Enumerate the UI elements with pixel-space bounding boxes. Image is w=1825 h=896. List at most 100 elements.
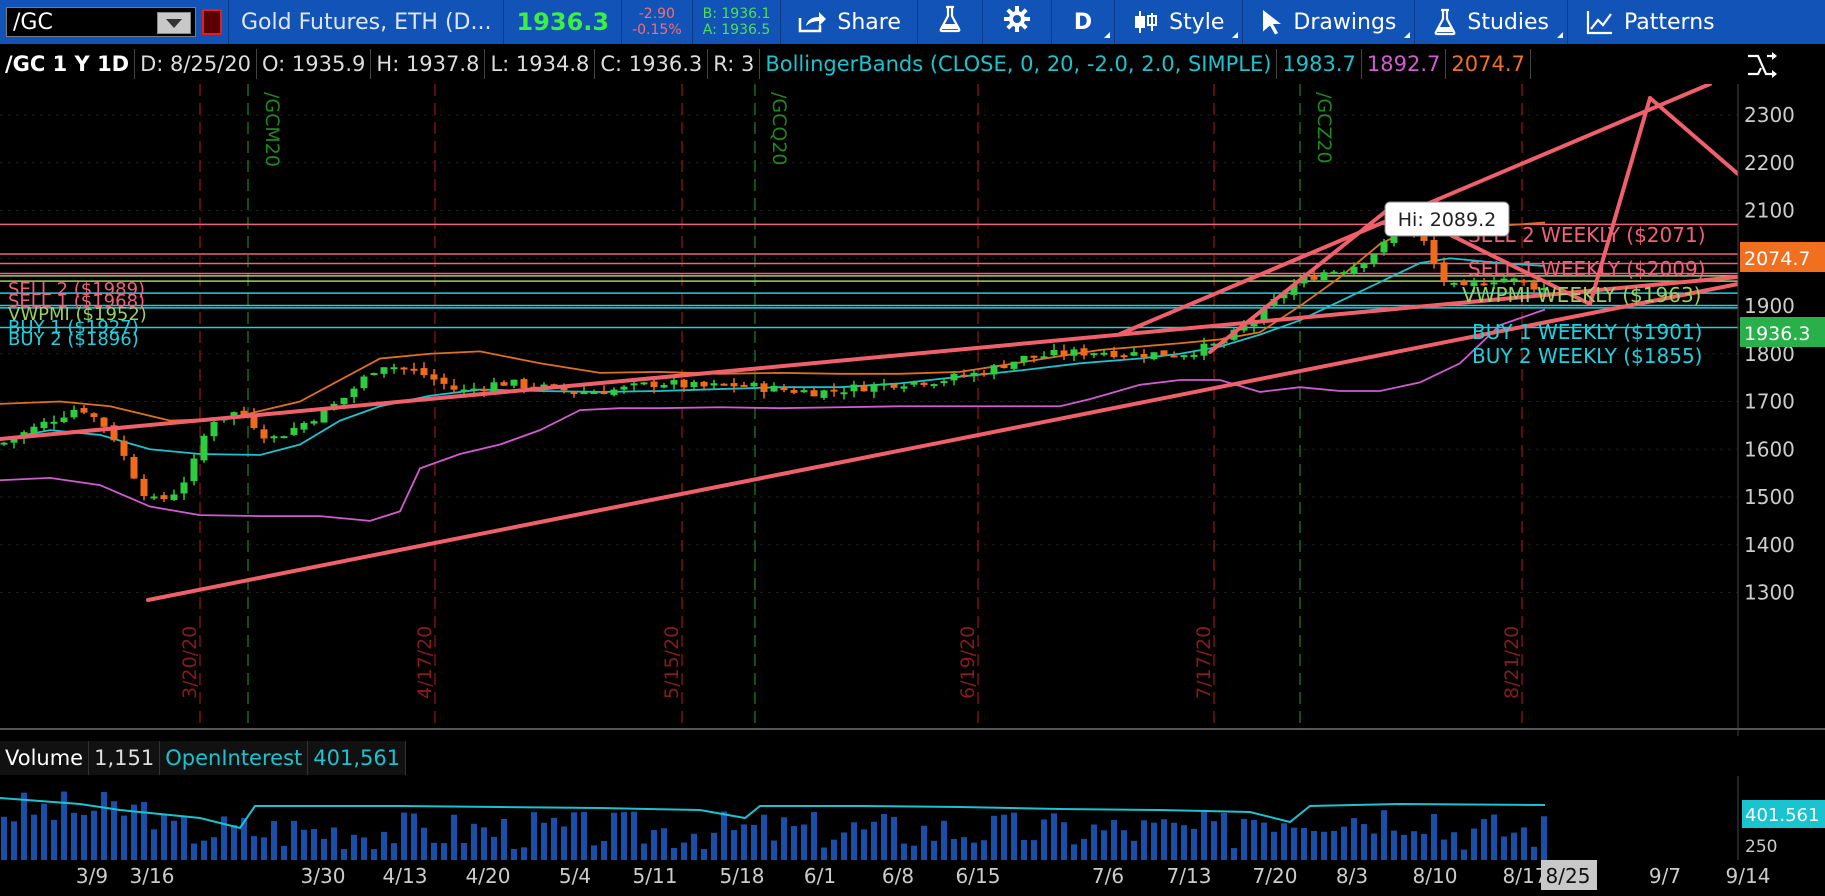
volume-bar — [881, 813, 887, 860]
candle-up — [60, 417, 68, 422]
weekly-level-label: VWPMI WEEKLY ($1963) — [1462, 283, 1701, 307]
aggregation-button[interactable]: D — [1052, 0, 1114, 44]
change-percent: -0.15% — [632, 22, 682, 38]
candle-up — [1150, 352, 1158, 360]
volume-bar — [1401, 834, 1407, 860]
expiry-label: /GCZ20 — [1313, 92, 1335, 164]
date-axis-labels: 3/9 3/16 3/30 4/13 4/20 5/4 5/11 5/18 6/1 6/8 6/15… — [76, 860, 1770, 890]
volume-bar — [781, 817, 787, 860]
price-tag-orange: 2074.7 — [1740, 242, 1825, 272]
flask-button[interactable] — [918, 0, 982, 44]
volume-bar — [451, 814, 457, 860]
candle-down — [960, 374, 968, 377]
expiry-label: /GCM20 — [261, 92, 283, 167]
studies-label: Studies — [1467, 9, 1549, 35]
ask-value: A: 1936.5 — [702, 22, 771, 38]
volume-bar — [1211, 821, 1217, 860]
volume-bar — [171, 820, 177, 860]
volume-bar — [831, 839, 837, 860]
price-chart[interactable]: /GCM20/GCQ20/GCZ20 3/20/20 4/17/20 5/15/20 6… — [0, 84, 1825, 736]
volume-bar — [11, 821, 17, 860]
weekly-level-label: BUY 1 WEEKLY ($1901) — [1472, 320, 1702, 344]
date-axis-label: 4/13 — [383, 864, 428, 888]
net-change: -2.90 -0.15% — [622, 0, 692, 44]
volume-bar — [1241, 818, 1247, 860]
volume-bar — [331, 827, 337, 860]
volume-bar — [1411, 831, 1417, 860]
toolbar: /GC Gold Futures, ETH (D... 1936.3 -2.90… — [0, 0, 1825, 44]
volume-bar — [1141, 820, 1147, 860]
volume-bar — [1521, 827, 1527, 860]
candle-up — [940, 381, 948, 384]
candle-down — [980, 372, 988, 376]
date-axis-label: 4/20 — [466, 864, 511, 888]
date-axis-label: 6/1 — [804, 864, 836, 888]
pivot-level-label: BUY 2 ($1896) — [8, 329, 139, 350]
volume-bar — [1311, 831, 1317, 860]
candle-down — [120, 440, 128, 456]
settings-button[interactable] — [983, 0, 1051, 44]
candle-up — [300, 423, 308, 430]
volume-bar — [1471, 828, 1477, 860]
chart-title[interactable]: /GC 1 Y 1D — [0, 49, 136, 79]
candle-up — [0, 442, 8, 445]
crosshair-toggle-icon[interactable] — [1745, 48, 1779, 87]
candle-up — [690, 382, 698, 387]
candle-up — [1040, 356, 1048, 359]
candle-up — [1320, 272, 1328, 281]
flag-icon[interactable] — [202, 9, 222, 35]
price-tick-label: 1300 — [1744, 581, 1795, 605]
volume-bar — [551, 817, 557, 860]
volume-bar — [1011, 812, 1017, 860]
candle-down — [410, 368, 418, 371]
volume-bar — [381, 831, 387, 860]
symbol-dropdown-icon[interactable] — [157, 12, 191, 34]
candle-up — [30, 426, 38, 434]
candle-down — [1430, 239, 1438, 264]
candle-down — [700, 381, 708, 387]
candle-down — [480, 389, 488, 392]
volume-bar — [711, 832, 717, 860]
chart-status-bar: /GC 1 Y 1D D: 8/25/20 O: 1935.9 H: 1937.… — [0, 44, 1825, 84]
corner-indicator — [1556, 32, 1563, 38]
date-axis-label: 8/3 — [1336, 864, 1368, 888]
patterns-button[interactable]: Patterns — [1568, 0, 1733, 44]
open-interest-label[interactable]: OpenInterest — [160, 741, 309, 775]
volume-bar — [851, 822, 857, 860]
study-name[interactable]: BollingerBands (CLOSE, 0, 20, -2.0, 2.0,… — [760, 49, 1278, 79]
candle-down — [1160, 350, 1168, 356]
volume-bar — [321, 838, 327, 860]
studies-button[interactable]: Studies — [1415, 0, 1567, 44]
oi-tag: 401.561 — [1742, 800, 1825, 828]
candle-up — [180, 482, 188, 494]
volume-label[interactable]: Volume — [0, 741, 90, 775]
candle-down — [780, 387, 788, 391]
symbol-input[interactable]: /GC — [6, 7, 196, 37]
candle-up — [590, 392, 598, 395]
bar-low: L: 1934.8 — [485, 49, 596, 79]
candle-down — [680, 379, 688, 388]
candle-down — [130, 456, 138, 479]
candle-up — [350, 388, 358, 397]
date-axis-label: 3/16 — [130, 864, 175, 888]
drawings-button[interactable]: Drawings — [1243, 0, 1414, 44]
candle-up — [1450, 282, 1458, 285]
candle-down — [500, 382, 508, 386]
volume-bar — [801, 824, 807, 860]
volume-bar — [1391, 830, 1397, 860]
price-tag-green: 1936.3 — [1740, 317, 1825, 347]
candle-down — [1140, 353, 1148, 358]
candle-up — [950, 373, 958, 381]
candle-up — [1010, 361, 1018, 369]
volume-bar — [1021, 840, 1027, 860]
volume-bar — [1, 816, 7, 860]
candle-down — [1080, 348, 1088, 356]
share-button[interactable]: Share — [781, 0, 917, 44]
style-button[interactable]: Style — [1115, 0, 1242, 44]
candle-up — [880, 383, 888, 386]
price-tag-green-label: 1936.3 — [1744, 323, 1810, 345]
candle-down — [1120, 355, 1128, 358]
candle-down — [790, 390, 798, 393]
volume-chart[interactable]: 401.561 250 — [0, 776, 1825, 860]
candle-up — [210, 422, 218, 437]
